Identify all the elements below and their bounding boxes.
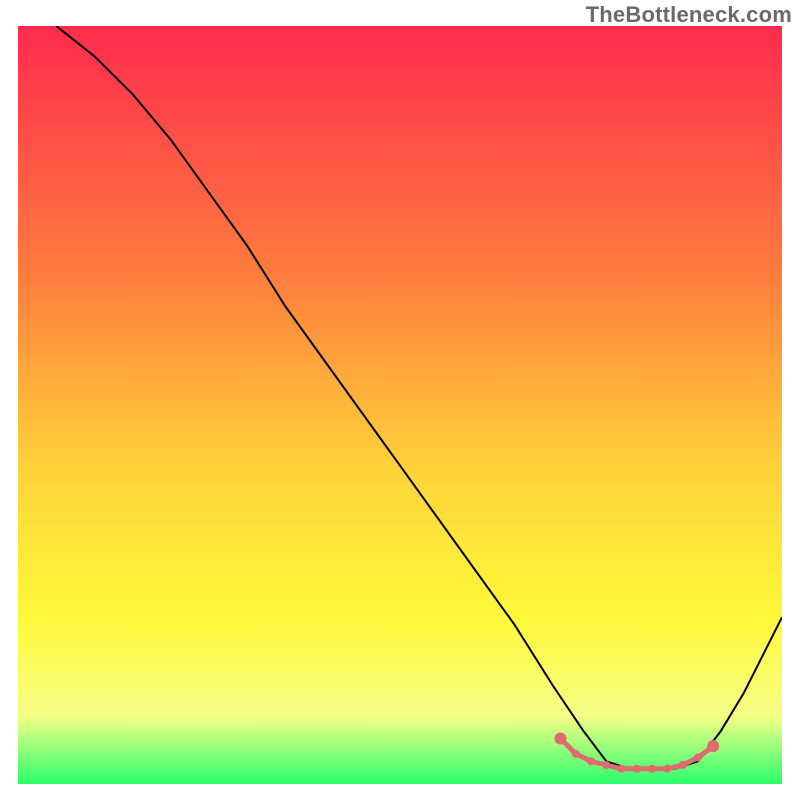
optimal-marker [694,754,702,762]
chart-plot-area [18,26,782,784]
optimal-marker [587,757,595,765]
optimal-marker [554,733,566,745]
chart-svg [18,26,782,784]
optimal-marker [707,740,719,752]
optimal-marker [572,750,580,758]
optimal-marker [633,765,641,773]
optimal-marker [663,765,671,773]
optimal-marker [618,765,626,773]
gradient-background [18,26,782,784]
optimal-marker [602,761,610,769]
chart-frame: TheBottleneck.com [0,0,800,800]
optimal-marker [648,765,656,773]
watermark-label: TheBottleneck.com [586,2,792,28]
optimal-marker [679,761,687,769]
